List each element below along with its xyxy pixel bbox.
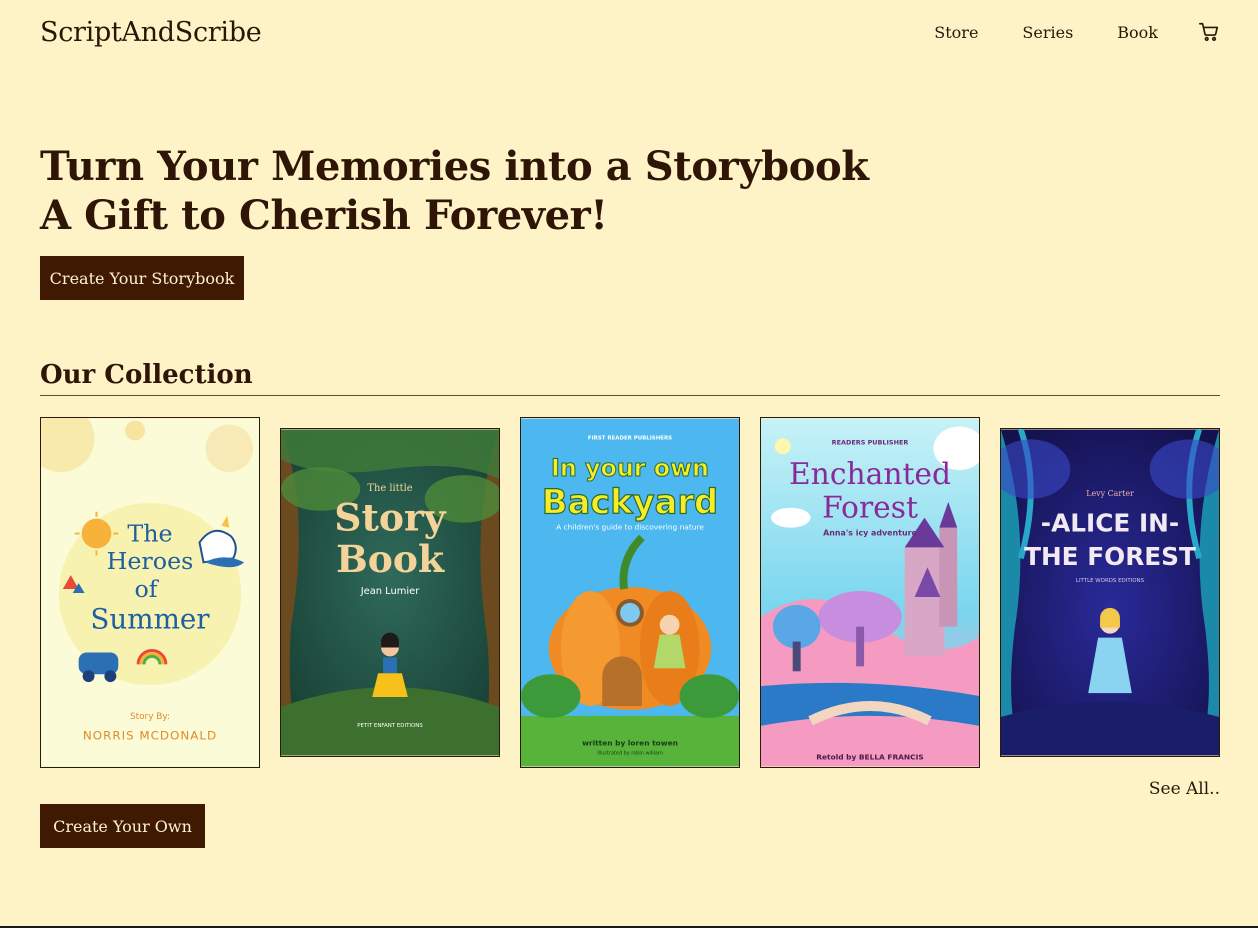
book-1-byline-label: Story By: [130,712,170,722]
book-3-subtitle: A children's guide to discovering nature [556,523,704,532]
create-your-own-button[interactable]: Create Your Own [40,804,205,848]
book-3-title-line-1: In your own [551,454,709,482]
hero-line-2: A Gift to Cherish Forever! [40,192,608,239]
book-card-alice-in-the-forest[interactable]: Levy Carter -ALICE IN- THE FOREST LITTLE… [1000,428,1220,757]
nav-store[interactable]: Store [934,23,978,42]
book-5-author: Levy Carter [1086,489,1134,498]
book-cover-alice-in-the-forest: Levy Carter -ALICE IN- THE FOREST LITTLE… [1001,429,1219,756]
hero-line-1: Turn Your Memories into a Storybook [40,143,869,190]
book-3-title-line-2: Backyard [542,483,718,522]
book-5-publisher: LITTLE WORDS EDITIONS [1076,578,1145,584]
book-card-enchanted-forest[interactable]: READERS PUBLISHER Enchanted Forest Anna'… [760,417,980,768]
book-cover-in-your-own-backyard: FIRST READER PUBLISHERS In your own Back… [521,418,739,767]
book-5-title-line-1: -ALICE IN- [1041,509,1179,538]
book-4-title-line-1: Enchanted [789,457,951,492]
site-header: ScriptAndScribe Store Series Book [40,14,1220,50]
book-5-title-line-2: THE FOREST [1024,542,1196,571]
book-2-publisher: PETIT ENFANT EDITIONS [357,723,423,729]
book-cover-little-story-book: The little Story Book Jean Lumier PETIT … [281,429,499,756]
book-1-title-line-4: Summer [90,603,210,636]
book-card-little-story-book[interactable]: The little Story Book Jean Lumier PETIT … [280,428,500,757]
nav-book[interactable]: Book [1117,23,1158,42]
see-all-link[interactable]: See All.. [1149,779,1220,799]
book-3-author: written by loren towen [582,739,678,748]
book-1-author: NORRIS MCDONALD [83,729,217,743]
main-nav: Store Series Book [934,21,1220,43]
book-1-title-line-1: The [127,519,172,547]
book-4-publisher: READERS PUBLISHER [832,438,909,446]
book-2-author: Jean Lumier [360,586,421,597]
book-2-kicker: The little [367,483,412,494]
hero-heading: Turn Your Memories into a Storybook A Gi… [40,142,940,240]
book-4-subtitle: Anna's icy adventure [823,529,917,538]
nav-series[interactable]: Series [1022,23,1073,42]
book-1-title-line-3: of [134,575,159,603]
section-divider [40,395,1220,396]
book-3-illustrator: illustrated by robin william [597,751,663,757]
book-2-title-line-2: Book [336,537,445,581]
brand-logo[interactable]: ScriptAndScribe [40,17,262,48]
book-4-title-line-2: Forest [822,491,918,526]
book-2-title-line-1: Story [334,496,447,540]
book-3-publisher: FIRST READER PUBLISHERS [588,435,672,441]
book-1-title-line-2: Heroes [107,547,194,575]
book-cover-heroes-of-summer: The Heroes of Summer Story By: NORRIS MC… [41,418,259,767]
create-storybook-button[interactable]: Create Your Storybook [40,256,244,300]
shopping-cart-icon[interactable] [1198,21,1220,43]
book-card-heroes-of-summer[interactable]: The Heroes of Summer Story By: NORRIS MC… [40,417,260,768]
book-cover-enchanted-forest: READERS PUBLISHER Enchanted Forest Anna'… [761,418,979,767]
book-4-author: Retold by BELLA FRANCIS [816,752,923,761]
collection-title: Our Collection [40,360,253,390]
book-card-in-your-own-backyard[interactable]: FIRST READER PUBLISHERS In your own Back… [520,417,740,768]
